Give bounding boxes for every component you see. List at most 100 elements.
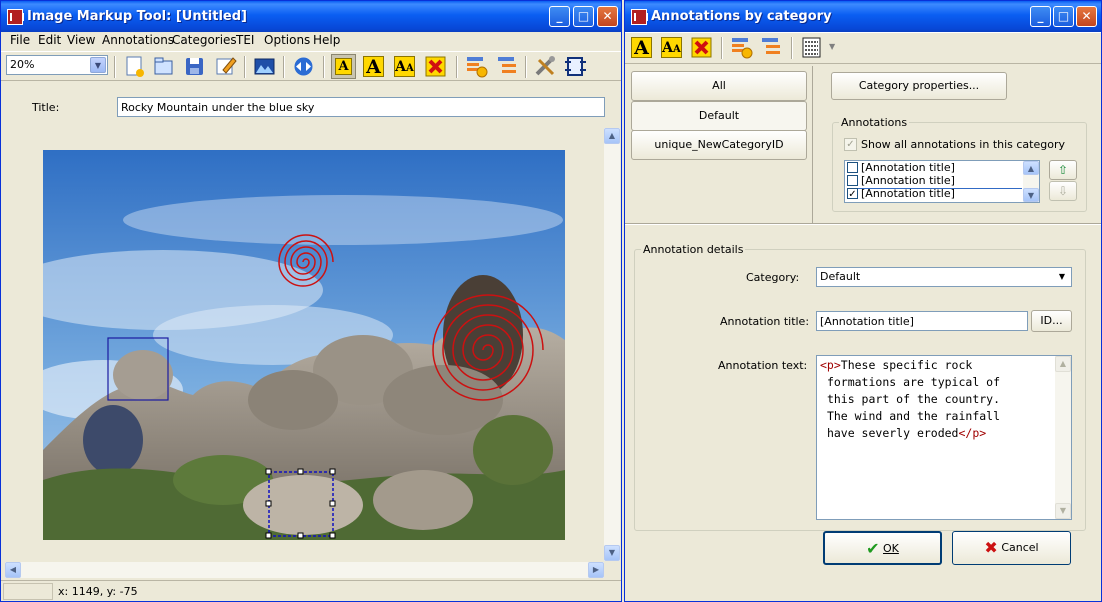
category-label: Category:: [746, 271, 800, 284]
category-list-icon[interactable]: [495, 54, 520, 79]
category-select[interactable]: Default ▼: [816, 267, 1072, 287]
menu-tei[interactable]: TEI: [236, 33, 254, 47]
rect-annotation: [107, 337, 169, 401]
move-up-button[interactable]: ⇧: [1049, 160, 1077, 180]
close-button[interactable]: ✕: [1076, 6, 1097, 27]
grid-view-icon[interactable]: [799, 35, 824, 60]
title-label: Title:: [32, 101, 60, 114]
annotation-text-icon[interactable]: A: [331, 54, 356, 79]
spiral-annotation: [278, 234, 334, 287]
dropdown-arrow-icon[interactable]: ▼: [829, 42, 835, 51]
annotation-text-content[interactable]: <p>These specific rock formations are ty…: [820, 357, 1000, 442]
title-bar[interactable]: Image Markup Tool: [Untitled] _ □ ✕: [1, 1, 621, 32]
menu-annotations[interactable]: Annotations: [102, 33, 174, 47]
cancel-button[interactable]: ✖ Cancel: [952, 531, 1071, 565]
scroll-up-icon[interactable]: ▲: [604, 128, 620, 144]
minimize-button[interactable]: _: [549, 6, 570, 27]
ok-button[interactable]: ✔ OK: [823, 531, 942, 565]
text-line: this part of the country.: [826, 392, 1001, 406]
menu-edit[interactable]: Edit: [38, 33, 61, 47]
scroll-up-icon[interactable]: ▲: [1055, 356, 1071, 372]
category-new[interactable]: unique_NewCategoryID: [631, 130, 807, 160]
toolbar-separator: [283, 56, 285, 78]
text-line: The wind and the rainfall: [826, 409, 1001, 423]
annotation-title-label: Annotation title:: [720, 315, 810, 328]
edit-icon[interactable]: [213, 54, 238, 79]
cancel-label: Cancel: [1001, 541, 1039, 554]
scroll-down-icon[interactable]: ▼: [604, 545, 620, 561]
category-properties-button[interactable]: Category properties...: [831, 72, 1007, 100]
list-item[interactable]: ✓ [Annotation title]: [847, 187, 1022, 200]
status-pane: [3, 583, 53, 600]
vertical-scrollbar[interactable]: ▲ ▼: [604, 128, 620, 561]
scroll-down-icon[interactable]: ▼: [1023, 188, 1039, 202]
toolbar-separator: [456, 56, 458, 78]
image-canvas[interactable]: [43, 150, 565, 540]
category-default[interactable]: Default: [631, 101, 807, 131]
scroll-up-icon[interactable]: ▲: [1023, 161, 1039, 175]
list-scrollbar[interactable]: ▲ ▼: [1023, 161, 1039, 202]
category-all[interactable]: All: [631, 71, 807, 101]
annotation-item-label: [Annotation title]: [861, 187, 955, 200]
tools-icon[interactable]: [533, 54, 558, 79]
zoom-value: 20%: [10, 58, 35, 71]
cancel-x-icon: ✖: [984, 538, 998, 557]
cursor-position: x: 1149, y: -75: [58, 585, 138, 598]
text-line: have severly eroded: [826, 426, 959, 440]
category-add-icon[interactable]: [464, 54, 489, 79]
scroll-down-icon[interactable]: ▼: [1055, 503, 1071, 519]
open-file-icon[interactable]: [151, 54, 176, 79]
check-icon: ✔: [866, 539, 880, 558]
annotation-listbox[interactable]: [Annotation title] [Annotation title] ✓ …: [844, 160, 1040, 203]
annotation-text-label: Annotation text:: [718, 359, 808, 372]
annotation-title-input[interactable]: [816, 311, 1028, 331]
new-file-icon[interactable]: [122, 54, 147, 79]
annotation-text-area[interactable]: <p>These specific rock formations are ty…: [816, 355, 1072, 520]
menu-file[interactable]: File: [10, 33, 30, 47]
scroll-right-icon[interactable]: ▶: [588, 562, 604, 578]
settings-icon[interactable]: [563, 54, 588, 79]
id-button[interactable]: ID...: [1031, 310, 1072, 332]
scroll-left-icon[interactable]: ◀: [5, 562, 21, 578]
category-list-icon[interactable]: [759, 35, 784, 60]
title-bar[interactable]: Annotations by category _ □ ✕: [625, 1, 1101, 32]
menu-help[interactable]: Help: [313, 33, 340, 47]
annotation-checkbox[interactable]: [847, 162, 858, 173]
main-toolbar: 20% ▼ A A AA: [1, 51, 621, 81]
annotation-aa-icon[interactable]: AA: [392, 54, 417, 79]
minimize-button[interactable]: _: [1030, 6, 1051, 27]
text-scrollbar[interactable]: ▲ ▼: [1055, 356, 1071, 519]
annotation-item-label: [Annotation title]: [861, 174, 955, 187]
annotation-a-icon[interactable]: A: [629, 35, 654, 60]
horizontal-scrollbar[interactable]: ◀ ▶: [5, 562, 604, 578]
app-icon: [7, 9, 24, 25]
maximize-button[interactable]: □: [1053, 6, 1074, 27]
category-select-value: Default: [820, 270, 861, 283]
chevron-down-icon[interactable]: ▼: [90, 57, 106, 73]
menu-options[interactable]: Options: [264, 33, 310, 47]
details-group-label: Annotation details: [641, 243, 746, 256]
title-input[interactable]: [117, 97, 605, 117]
toolbar-separator: [114, 56, 116, 78]
annotation-delete-icon[interactable]: [689, 35, 714, 60]
category-add-icon[interactable]: [729, 35, 754, 60]
load-image-icon[interactable]: [252, 54, 277, 79]
menu-categories[interactable]: Categories: [172, 33, 237, 47]
annotation-delete-icon[interactable]: [423, 54, 448, 79]
annotation-checkbox[interactable]: ✓: [847, 188, 858, 200]
close-button[interactable]: ✕: [597, 6, 618, 27]
menu-view[interactable]: View: [67, 33, 95, 47]
zoom-select[interactable]: 20% ▼: [6, 55, 108, 75]
annotation-checkbox[interactable]: [847, 175, 858, 186]
move-icon[interactable]: [291, 54, 316, 79]
annotations-group-label: Annotations: [839, 116, 910, 129]
chevron-down-icon[interactable]: ▼: [1054, 269, 1070, 285]
show-all-checkbox[interactable]: ✓: [844, 138, 857, 151]
move-down-button[interactable]: ⇩: [1049, 181, 1077, 201]
annotation-a-icon[interactable]: A: [361, 54, 386, 79]
splitter[interactable]: [625, 223, 1101, 225]
annotation-aa-icon[interactable]: AA: [659, 35, 684, 60]
annotations-window: Annotations by category _ □ ✕ A AA ▼ All…: [624, 0, 1102, 602]
maximize-button[interactable]: □: [573, 6, 594, 27]
save-icon[interactable]: [182, 54, 207, 79]
